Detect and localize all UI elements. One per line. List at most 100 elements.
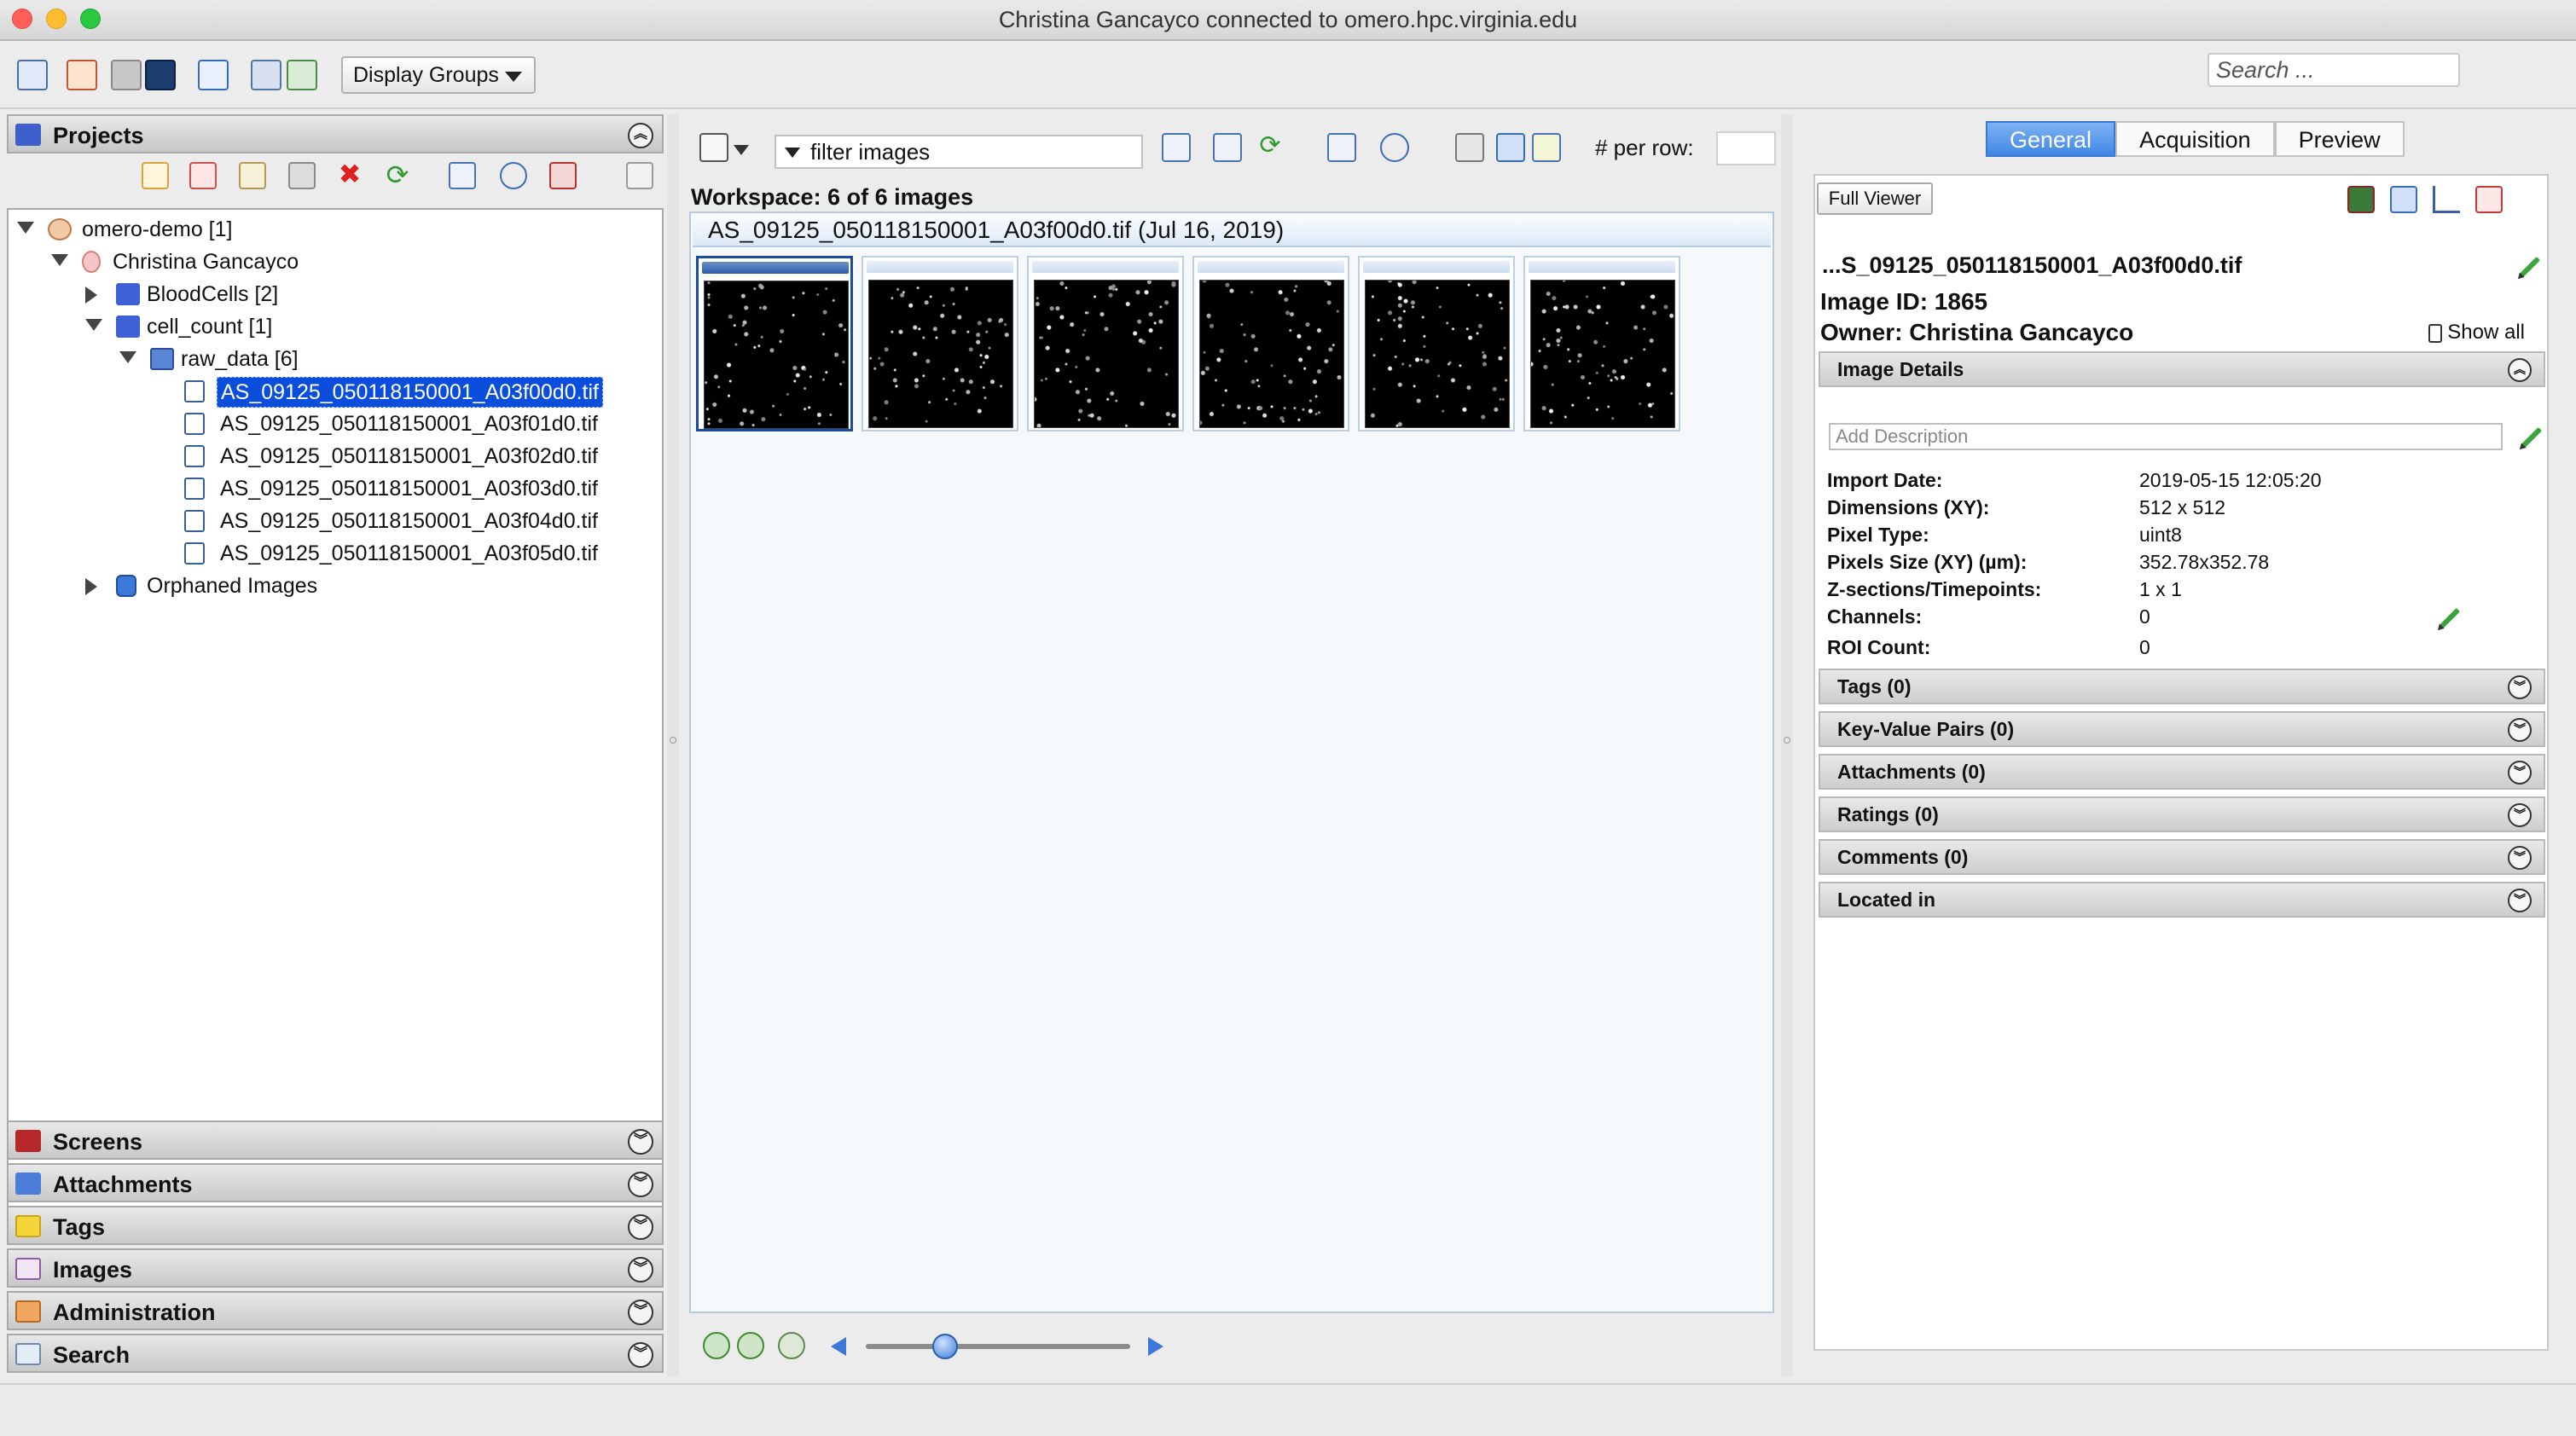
- next-icon[interactable]: [1148, 1337, 1163, 1356]
- projects-header[interactable]: Projects ︽: [7, 114, 664, 153]
- thumbnail-image: [868, 280, 1013, 428]
- expand-icon[interactable]: ︾: [2508, 761, 2532, 785]
- browser-title: AS_09125_050118150001_A03f00d0.tif (Jul …: [693, 215, 1771, 247]
- image-thumbnail[interactable]: [862, 256, 1018, 431]
- expand-arrow-icon[interactable]: [51, 254, 68, 266]
- expand-icon[interactable]: ︾: [628, 1300, 653, 1325]
- expand-arrow-icon[interactable]: [119, 351, 136, 363]
- paste-icon[interactable]: [288, 162, 316, 189]
- attachments-section-header[interactable]: Attachments (0) ︾: [1819, 754, 2545, 790]
- tags-panel-header[interactable]: Tags ︾: [7, 1206, 664, 1245]
- image-thumbnail[interactable]: [696, 256, 853, 431]
- expand-icon[interactable]: ︾: [2508, 846, 2532, 870]
- history-icon[interactable]: [1380, 133, 1409, 162]
- refresh-icon[interactable]: ⟳: [1256, 133, 1285, 162]
- expand-arrow-icon[interactable]: [85, 319, 102, 331]
- comments-section-header[interactable]: Comments (0) ︾: [1819, 839, 2545, 875]
- zoom-bar: [682, 1322, 1779, 1373]
- thumbnail-view-icon[interactable]: [1162, 133, 1191, 162]
- zoom-out-icon[interactable]: [703, 1332, 730, 1359]
- attachments-panel-header[interactable]: Attachments ︾: [7, 1163, 664, 1202]
- sort-icon[interactable]: [449, 162, 476, 189]
- user-tree-icon[interactable]: [198, 60, 229, 90]
- filter-icon[interactable]: [699, 133, 728, 162]
- global-search-input[interactable]: Search ...: [2208, 53, 2460, 87]
- expand-icon[interactable]: ︾: [2508, 889, 2532, 912]
- tab-preview[interactable]: Preview: [2274, 121, 2405, 157]
- expand-icon[interactable]: ︾: [628, 1342, 653, 1368]
- zoom-slider-track[interactable]: [866, 1344, 1130, 1349]
- chevron-down-icon[interactable]: [734, 145, 749, 155]
- tags-section-header[interactable]: Tags (0) ︾: [1819, 669, 2545, 704]
- expand-icon[interactable]: ︾: [2508, 718, 2532, 742]
- group-icon[interactable]: [549, 162, 577, 189]
- expand-arrow-icon[interactable]: [85, 287, 97, 304]
- sort-icon[interactable]: [1327, 133, 1356, 162]
- expand-icon[interactable]: ︾: [628, 1257, 653, 1283]
- expand-arrow-icon[interactable]: [17, 222, 34, 234]
- image-thumbnail[interactable]: [1358, 256, 1515, 431]
- table-view-icon[interactable]: [1213, 133, 1242, 162]
- editor-icon[interactable]: [67, 60, 97, 90]
- zoom-slider-thumb[interactable]: [932, 1334, 958, 1359]
- copy-icon[interactable]: [239, 162, 266, 189]
- splitter-handle[interactable]: [1784, 737, 1790, 744]
- image-icon: [184, 542, 205, 565]
- edit-icon[interactable]: [1532, 133, 1561, 162]
- import-icon[interactable]: [251, 60, 281, 90]
- new-container-icon[interactable]: [142, 162, 169, 189]
- search-panel-header[interactable]: Search ︾: [7, 1334, 664, 1373]
- right-splitter[interactable]: [1781, 114, 1793, 1376]
- refresh-icon[interactable]: ⟳: [384, 161, 411, 189]
- expand-arrow-icon[interactable]: [85, 578, 97, 595]
- expand-icon[interactable]: ︾: [628, 1214, 653, 1240]
- zoom-fit-icon[interactable]: [778, 1332, 805, 1359]
- magnify-icon[interactable]: [1455, 133, 1484, 162]
- open-with-icon[interactable]: [2390, 186, 2417, 213]
- collapse-all-icon[interactable]: [626, 162, 653, 189]
- image-thumbnail[interactable]: [1523, 256, 1680, 431]
- full-viewer-button[interactable]: Full Viewer: [1817, 182, 1933, 215]
- located-in-section-header[interactable]: Located in ︾: [1819, 882, 2545, 918]
- expand-icon[interactable]: ︾: [628, 1172, 653, 1197]
- previous-icon[interactable]: [831, 1337, 846, 1356]
- new-window-icon[interactable]: [17, 60, 48, 90]
- layout-icon[interactable]: [1496, 133, 1525, 162]
- per-row-input[interactable]: [1716, 131, 1776, 165]
- filter-images-input[interactable]: filter images: [775, 135, 1143, 169]
- script-icon[interactable]: [2475, 186, 2503, 213]
- images-icon: [15, 1258, 41, 1280]
- left-splitter[interactable]: [667, 114, 679, 1376]
- image-thumbnail[interactable]: [1192, 256, 1349, 431]
- layout-icon[interactable]: [111, 60, 142, 90]
- images-panel-header[interactable]: Images ︾: [7, 1248, 664, 1288]
- export-icon[interactable]: [287, 60, 317, 90]
- expand-icon[interactable]: ︾: [628, 1129, 653, 1155]
- expand-icon[interactable]: ︾: [2508, 803, 2532, 827]
- tab-acquisition[interactable]: Acquisition: [2115, 121, 2275, 157]
- panel-title: Administration: [53, 1300, 216, 1325]
- tab-general[interactable]: General: [1986, 121, 2116, 157]
- zoom-in-icon[interactable]: [737, 1332, 764, 1359]
- image-thumbnail[interactable]: [1027, 256, 1184, 431]
- analysis-icon[interactable]: [2433, 186, 2460, 213]
- history-icon[interactable]: [500, 162, 527, 189]
- add-description-input[interactable]: Add Description: [1829, 423, 2503, 450]
- display-groups-dropdown[interactable]: Display Groups: [341, 56, 536, 94]
- screens-panel-header[interactable]: Screens ︾: [7, 1120, 664, 1160]
- panel-title: Images: [53, 1257, 133, 1283]
- splitter-handle[interactable]: [670, 737, 676, 744]
- show-all-toggle[interactable]: Show all: [2428, 321, 2525, 345]
- screen-icon[interactable]: [145, 60, 176, 90]
- detail-row-z-sections: Z-sections/Timepoints: 1 x 1: [1827, 576, 2527, 602]
- expand-icon[interactable]: ︾: [2508, 675, 2532, 699]
- key-value-section-header[interactable]: Key-Value Pairs (0) ︾: [1819, 711, 2545, 747]
- administration-panel-header[interactable]: Administration ︾: [7, 1291, 664, 1330]
- collapse-icon[interactable]: ︽: [2508, 358, 2532, 382]
- image-details-header[interactable]: Image Details ︽: [1819, 351, 2545, 387]
- cut-icon[interactable]: [189, 162, 217, 189]
- collapse-icon[interactable]: ︽: [628, 123, 653, 148]
- channels-icon[interactable]: [2347, 186, 2375, 213]
- ratings-section-header[interactable]: Ratings (0) ︾: [1819, 796, 2545, 832]
- delete-icon[interactable]: ✖: [336, 160, 363, 189]
